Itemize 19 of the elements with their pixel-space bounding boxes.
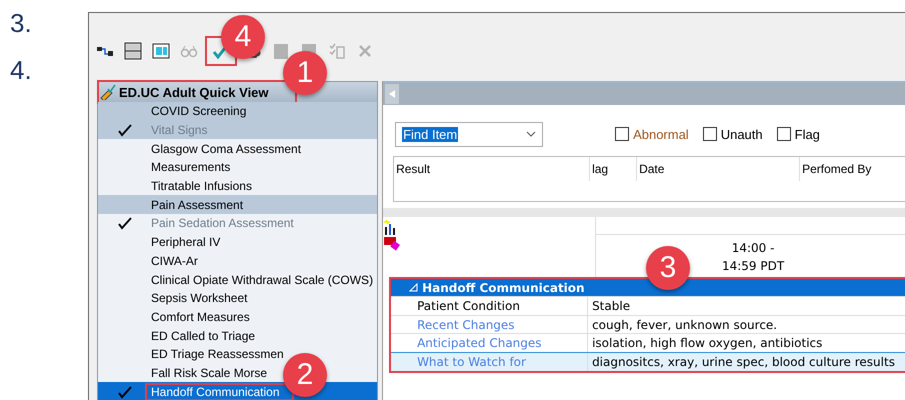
- row-label: What to Watch for: [391, 353, 588, 371]
- column-header: lag: [590, 157, 638, 181]
- row-value: Stable: [591, 298, 632, 315]
- row-value: isolation, high flow oxygen, antibiotics: [591, 335, 824, 352]
- row-label: Patient Condition: [391, 297, 588, 315]
- row-value: diagnositcs, xray, urine spec, blood culture results: [591, 354, 896, 371]
- item-label: Vital Signs: [150, 123, 208, 138]
- item-label: Pain Assessment: [150, 198, 244, 212]
- column-header: Date: [637, 157, 800, 181]
- time-column-header: 14:00 - 14:59 PDT: [722, 240, 784, 275]
- list-number: 3.: [10, 8, 33, 40]
- section-title: Handoff Communication: [422, 280, 585, 294]
- row-label: Recent Changes: [391, 316, 588, 334]
- list-number: 4.: [10, 55, 33, 87]
- item-label: COVID Screening: [150, 104, 248, 118]
- row-value: cough, fever, unknown source.: [591, 316, 778, 334]
- panel-title: ED.UC Adult Quick View: [119, 84, 269, 100]
- column-header: Perfomed By: [800, 157, 905, 181]
- column-header: Result: [394, 157, 590, 181]
